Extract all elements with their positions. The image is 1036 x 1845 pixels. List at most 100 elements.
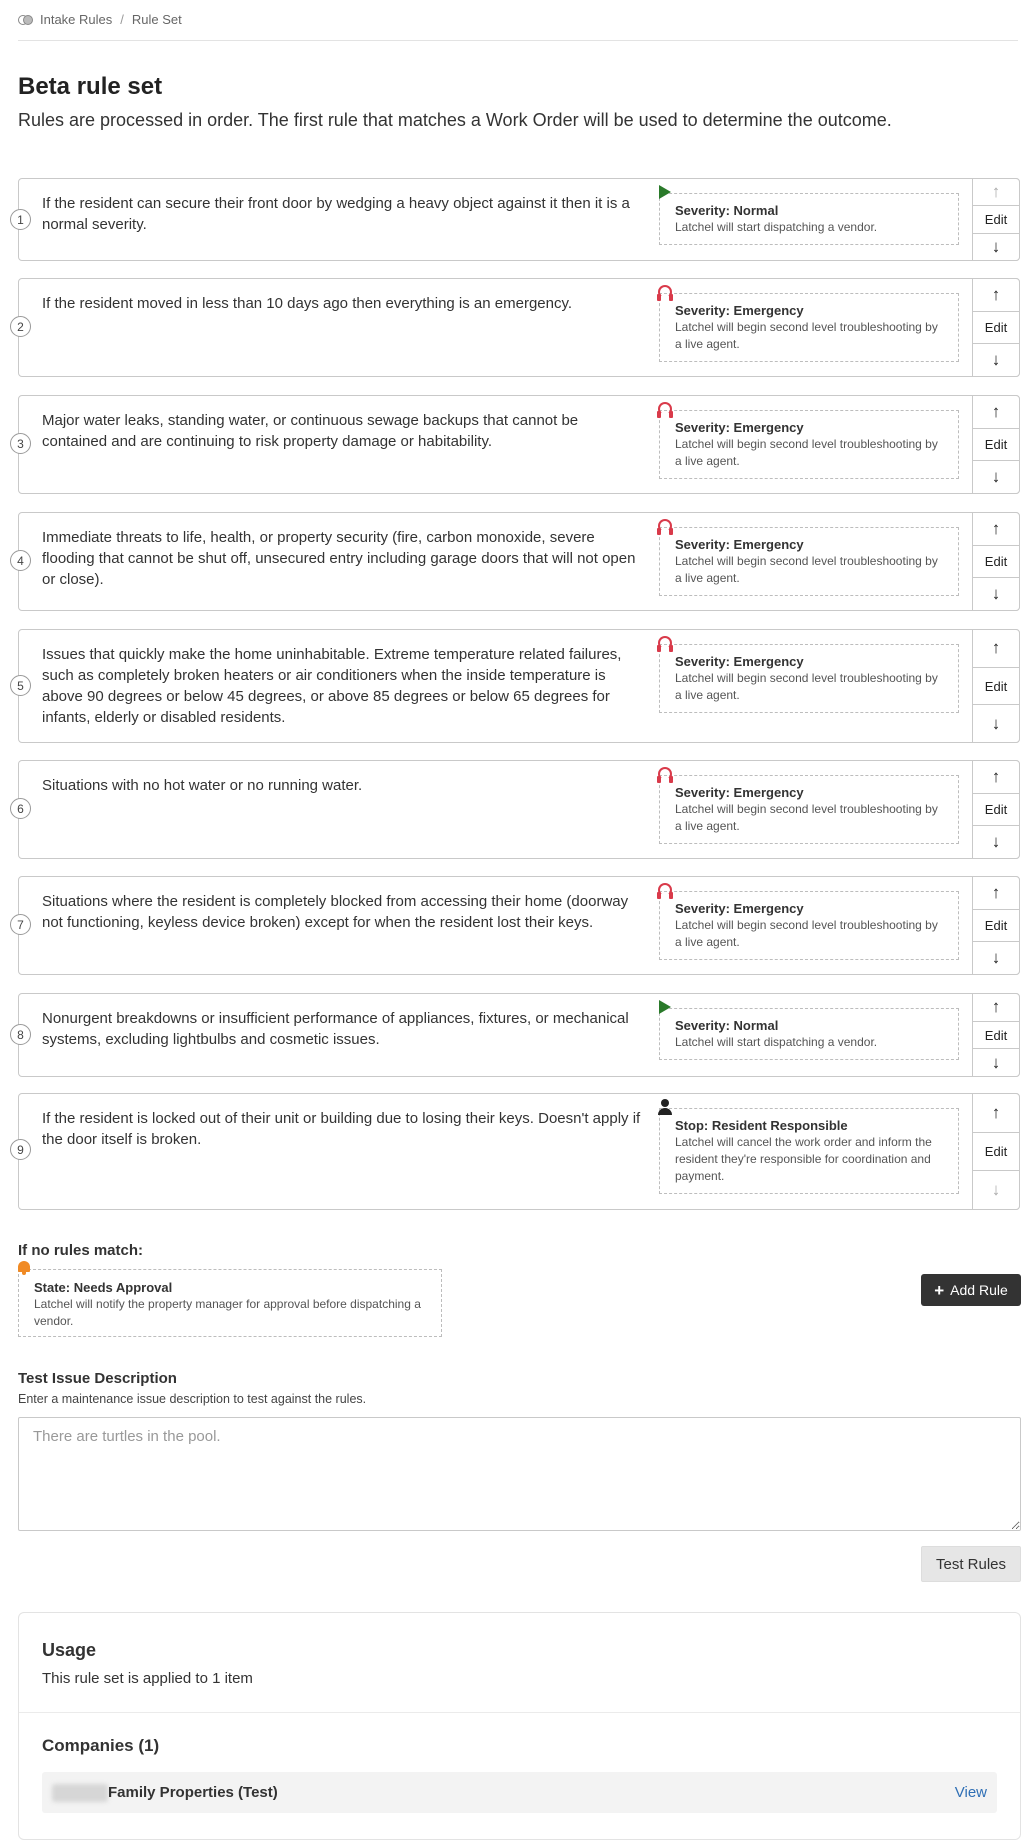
test-issue-input[interactable] (18, 1417, 1021, 1531)
move-up-button[interactable]: ↑ (973, 513, 1019, 545)
arrow-up-icon: ↑ (991, 284, 1001, 304)
rule-controls: ↑ Edit ↓ (972, 993, 1020, 1077)
rule-number: 5 (10, 675, 31, 696)
rule-number: 7 (10, 914, 31, 935)
move-down-button[interactable]: ↓ (973, 234, 1019, 260)
outcome-title: Stop: Resident Responsible (675, 1118, 848, 1133)
test-issue-label: Test Issue Description (18, 1370, 177, 1387)
view-company-link[interactable]: View (955, 1784, 987, 1801)
arrow-up-icon: ↑ (991, 518, 1001, 538)
bell-icon (16, 1260, 32, 1276)
rule-outcome: Severity: Emergency Latchel will begin s… (657, 767, 959, 844)
headset-icon (657, 635, 673, 652)
rule-text: If the resident moved in less than 10 da… (42, 295, 573, 312)
rule-number: 2 (10, 316, 31, 337)
move-down-button[interactable]: ↓ (973, 942, 1019, 974)
move-down-button[interactable]: ↓ (973, 1049, 1019, 1076)
rule-card: 9 If the resident is locked out of their… (10, 1093, 1020, 1210)
rule-controls: ↑ Edit ↓ (972, 1093, 1020, 1210)
outcome-title: Severity: Emergency (675, 901, 804, 916)
rule-card: 8 Nonurgent breakdowns or insufficient p… (10, 993, 1020, 1077)
move-down-button[interactable]: ↓ (973, 705, 1019, 742)
rule-number: 9 (10, 1139, 31, 1160)
rule-outcome: Severity: Emergency Latchel will begin s… (657, 402, 959, 479)
outcome-title: Severity: Emergency (675, 537, 804, 552)
edit-rule-button[interactable]: Edit (973, 1020, 1019, 1050)
move-up-button[interactable]: ↑ (973, 179, 1019, 205)
page-subtitle: Rules are processed in order. The first … (18, 110, 892, 130)
rule-controls: ↑ Edit ↓ (972, 512, 1020, 611)
edit-rule-button[interactable]: Edit (973, 666, 1019, 706)
move-up-button[interactable]: ↑ (973, 994, 1019, 1021)
plus-icon: + (934, 1280, 945, 1300)
arrow-down-icon: ↓ (991, 713, 1001, 733)
usage-title: Usage (42, 1640, 97, 1660)
edit-rule-button[interactable]: Edit (973, 205, 1019, 234)
outcome-title: Severity: Emergency (675, 654, 804, 669)
rule-controls: ↑ Edit ↓ (972, 395, 1020, 494)
rule-outcome: Severity: Emergency Latchel will begin s… (657, 519, 959, 596)
edit-rule-button[interactable]: Edit (973, 427, 1019, 462)
breadcrumb-intake-rules[interactable]: Intake Rules (40, 12, 112, 27)
move-down-button[interactable]: ↓ (973, 461, 1019, 493)
move-up-button[interactable]: ↑ (973, 761, 1019, 793)
edit-rule-button[interactable]: Edit (973, 908, 1019, 943)
rule-outcome: Severity: Emergency Latchel will begin s… (657, 883, 959, 960)
arrow-up-icon: ↑ (991, 766, 1001, 786)
rule-outcome: Severity: Emergency Latchel will begin s… (657, 285, 959, 362)
test-rules-button[interactable]: Test Rules (921, 1546, 1021, 1582)
rule-number: 1 (10, 209, 31, 230)
outcome-description: Latchel will begin second level troubles… (675, 320, 938, 351)
rule-number: 6 (10, 798, 31, 819)
edit-rule-button[interactable]: Edit (973, 310, 1019, 345)
outcome-title: Severity: Normal (675, 203, 779, 218)
no-match-label: If no rules match: (18, 1242, 144, 1259)
rule-card: 1 If the resident can secure their front… (10, 178, 1020, 261)
edit-rule-button[interactable]: Edit (973, 544, 1019, 579)
test-issue-help: Enter a maintenance issue description to… (18, 1392, 367, 1406)
outcome-title: Severity: Emergency (675, 420, 804, 435)
breadcrumb-rule-set: Rule Set (131, 12, 182, 27)
move-up-button[interactable]: ↑ (973, 630, 1019, 667)
arrow-down-icon: ↓ (991, 832, 1001, 852)
rule-text: Issues that quickly make the home uninha… (42, 646, 622, 726)
arrow-up-icon: ↑ (991, 401, 1001, 421)
rule-outcome: Severity: Normal Latchel will start disp… (659, 185, 959, 245)
rule-outcome: Severity: Emergency Latchel will begin s… (657, 636, 959, 713)
headset-icon (657, 401, 673, 418)
move-up-button[interactable]: ↑ (973, 279, 1019, 311)
outcome-description: Latchel will notify the property manager… (34, 1297, 421, 1328)
outcome-description: Latchel will begin second level troubles… (675, 918, 938, 949)
outcome-title: Severity: Normal (675, 1018, 779, 1033)
add-rule-button[interactable]: + Add Rule (921, 1274, 1021, 1306)
move-down-button[interactable]: ↓ (973, 826, 1019, 858)
rule-text: If the resident is locked out of their u… (42, 1110, 641, 1148)
company-name: Family Properties (Test) (108, 1784, 278, 1801)
move-down-button[interactable]: ↓ (973, 1171, 1019, 1209)
rule-outcome: Stop: Resident Responsible Latchel will … (658, 1099, 959, 1194)
move-down-button[interactable]: ↓ (973, 344, 1019, 376)
headset-icon (657, 882, 673, 899)
edit-rule-button[interactable]: Edit (973, 1131, 1019, 1172)
move-up-button[interactable]: ↑ (973, 877, 1019, 909)
rule-controls: ↑ Edit ↓ (972, 629, 1020, 743)
rule-text: Situations with no hot water or no runni… (42, 777, 363, 794)
rule-text: Nonurgent breakdowns or insufficient per… (42, 1010, 629, 1048)
header-divider (18, 40, 1018, 41)
move-up-button[interactable]: ↑ (973, 1094, 1019, 1132)
outcome-title: Severity: Emergency (675, 785, 804, 800)
rule-text: Immediate threats to life, health, or pr… (42, 529, 636, 588)
edit-rule-button[interactable]: Edit (973, 792, 1019, 827)
rule-card: 6 Situations with no hot water or no run… (10, 760, 1020, 859)
rule-controls: ↑ Edit ↓ (972, 760, 1020, 859)
headset-icon (657, 766, 673, 783)
rule-card: 5 Issues that quickly make the home unin… (10, 629, 1020, 743)
arrow-down-icon: ↓ (991, 467, 1001, 487)
arrow-up-icon: ↑ (991, 997, 1001, 1017)
arrow-up-icon: ↑ (991, 882, 1001, 902)
arrow-down-icon: ↓ (991, 1180, 1001, 1200)
move-up-button[interactable]: ↑ (973, 396, 1019, 428)
rule-controls: ↑ Edit ↓ (972, 278, 1020, 377)
add-rule-label: Add Rule (950, 1282, 1008, 1298)
move-down-button[interactable]: ↓ (973, 578, 1019, 610)
